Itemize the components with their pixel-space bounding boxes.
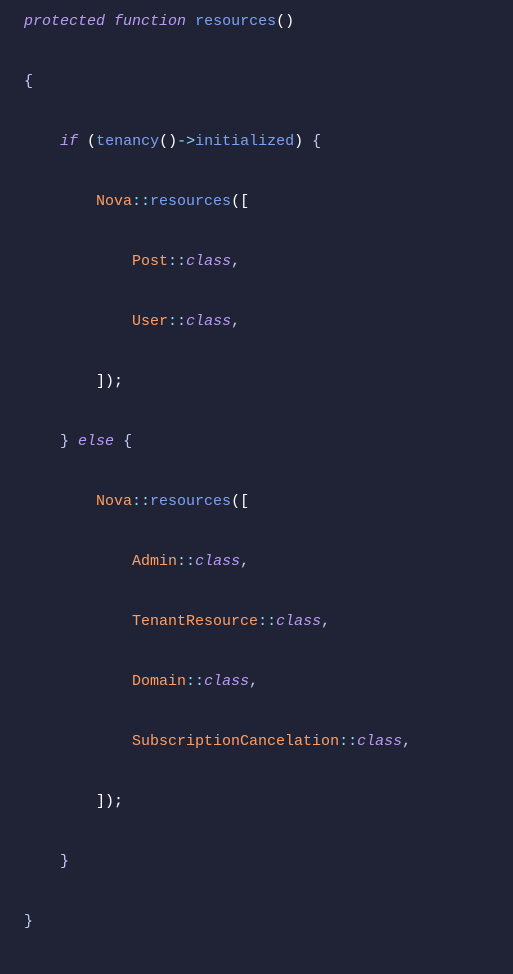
parens: () [276,13,294,30]
double-colon: :: [339,733,357,750]
class-nova: Nova [96,193,132,210]
code-block: protected function resources() { if (ten… [0,0,513,974]
double-colon: :: [258,613,276,630]
comma: , [231,253,240,270]
keyword-class: class [204,673,249,690]
function-name: resources [195,13,276,30]
code-line: { [24,74,513,119]
code-line: Post::class, [24,254,513,299]
class-domain: Domain [132,673,186,690]
prop-initialized: initialized [195,133,294,150]
code-line: } else { [24,434,513,479]
code-line: User::class, [24,314,513,359]
keyword-protected: protected [24,13,105,30]
keyword-function: function [114,13,186,30]
brace-close: } [24,913,33,930]
brace-open: { [123,433,132,450]
class-subscriptioncancelation: SubscriptionCancelation [132,733,339,750]
comma: , [249,673,258,690]
code-line: } [24,914,513,959]
brace-open: { [24,73,33,90]
code-line: if (tenancy()->initialized) { [24,134,513,179]
code-line: Nova::resources([ [24,194,513,239]
double-colon: :: [132,193,150,210]
keyword-class: class [357,733,402,750]
code-line: TenantResource::class, [24,614,513,659]
code-line: Admin::class, [24,554,513,599]
close-bracket-paren-semi: ]); [96,373,123,390]
keyword-class: class [195,553,240,570]
open-paren-bracket: ([ [231,193,249,210]
paren-close: ) [294,133,303,150]
class-user: User [132,313,168,330]
open-paren-bracket: ([ [231,493,249,510]
brace-close: } [60,853,69,870]
code-line: ]); [24,374,513,419]
code-line: SubscriptionCancelation::class, [24,734,513,779]
comma: , [321,613,330,630]
brace-close: } [60,433,69,450]
keyword-class: class [186,313,231,330]
double-colon: :: [168,313,186,330]
fn-tenancy: tenancy [96,133,159,150]
close-bracket-paren-semi: ]); [96,793,123,810]
method-resources: resources [150,493,231,510]
double-colon: :: [186,673,204,690]
class-admin: Admin [132,553,177,570]
keyword-class: class [186,253,231,270]
class-tenantresource: TenantResource [132,613,258,630]
code-line: Nova::resources([ [24,494,513,539]
code-line: Domain::class, [24,674,513,719]
method-resources: resources [150,193,231,210]
code-line: protected function resources() [24,14,513,59]
brace-open: { [312,133,321,150]
keyword-if: if [60,133,78,150]
double-colon: :: [132,493,150,510]
double-colon: :: [168,253,186,270]
keyword-else: else [78,433,114,450]
keyword-class: class [276,613,321,630]
class-nova: Nova [96,493,132,510]
comma: , [240,553,249,570]
paren-open: ( [87,133,96,150]
parens: () [159,133,177,150]
double-colon: :: [177,553,195,570]
code-line: } [24,854,513,899]
comma: , [231,313,240,330]
arrow-op: -> [177,133,195,150]
comma: , [402,733,411,750]
code-line: ]); [24,794,513,839]
class-post: Post [132,253,168,270]
